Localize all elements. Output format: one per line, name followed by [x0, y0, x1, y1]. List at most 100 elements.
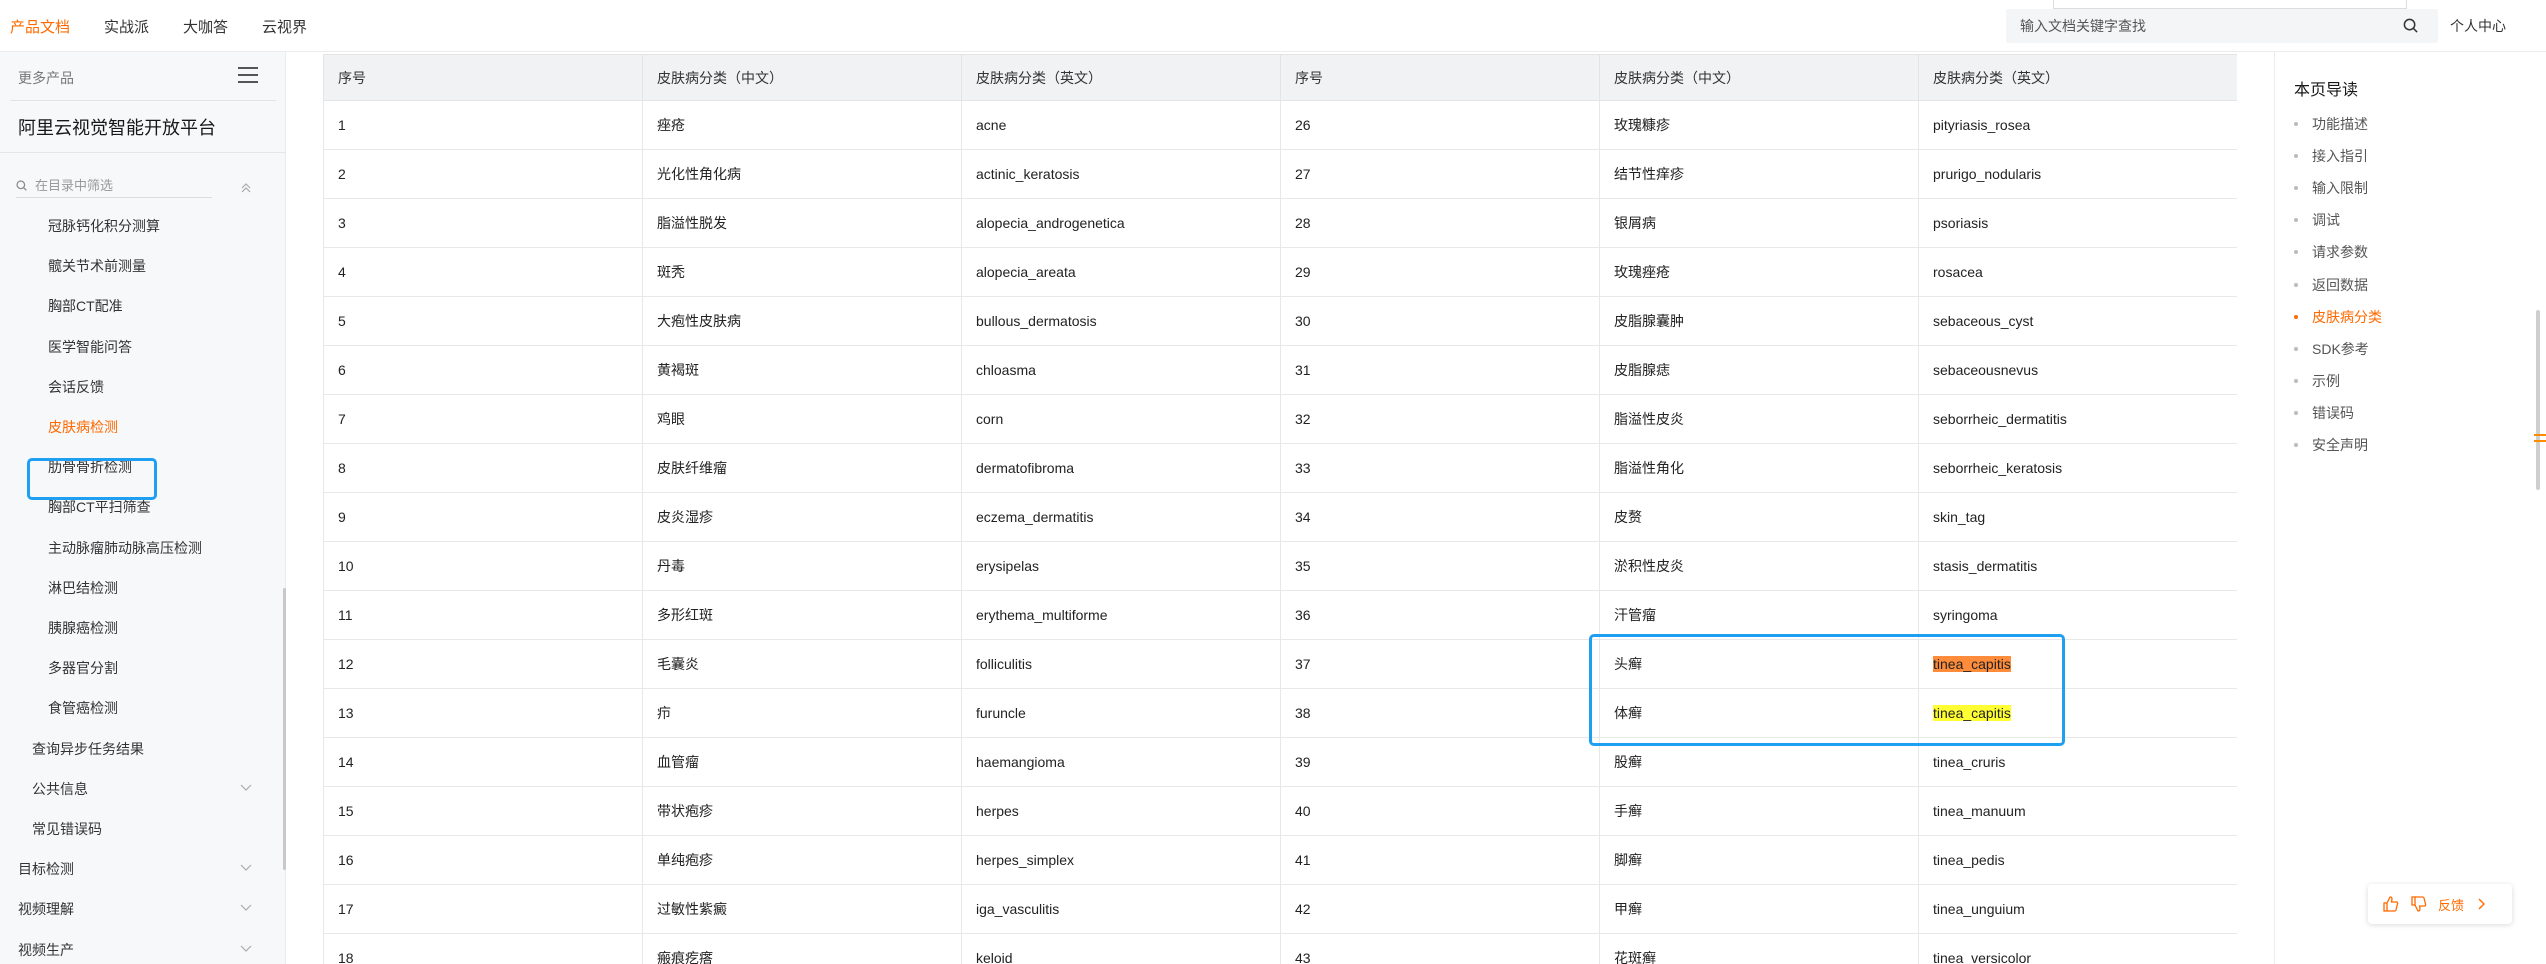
table-cell: 35 — [1280, 541, 1600, 591]
chevron-up-icon[interactable] — [240, 182, 252, 194]
toc-item[interactable]: 请求参数 — [2294, 242, 2368, 262]
table-cell: 12 — [323, 639, 643, 689]
top-nav-item-experts[interactable]: 大咖答 — [183, 16, 228, 37]
scroll-position-marker — [2534, 440, 2546, 442]
sidebar-item[interactable]: 常见错误码 — [32, 819, 102, 839]
sidebar-item[interactable]: 查询异步任务结果 — [32, 739, 144, 759]
table-cell: corn — [961, 394, 1281, 444]
table-cell: skin_tag — [1918, 492, 2237, 542]
table-cell: 32 — [1280, 394, 1600, 444]
toc-item-label: 返回数据 — [2312, 276, 2368, 293]
table-cell: 汗管瘤 — [1599, 590, 1919, 640]
toc-item[interactable]: 错误码 — [2294, 403, 2354, 423]
table-cell: 16 — [323, 835, 643, 885]
page-scrollbar[interactable] — [2536, 310, 2540, 490]
sidebar-item[interactable]: 主动脉瘤肺动脉高压检测 — [48, 538, 202, 558]
table-cell: 27 — [1280, 149, 1600, 199]
table-cell: 带状疱疹 — [642, 786, 962, 836]
toc-item-label: 功能描述 — [2312, 116, 2368, 132]
sidebar-item[interactable]: 会话反馈 — [48, 377, 104, 397]
toc-item-label: 皮肤病分类 — [2312, 308, 2382, 325]
chevron-down-icon[interactable] — [240, 864, 252, 872]
top-nav-item-docs[interactable]: 产品文档 — [10, 16, 70, 37]
table-cell: 42 — [1280, 884, 1600, 934]
sidebar-item[interactable]: 胸部CT配准 — [48, 296, 123, 316]
sidebar-item[interactable]: 食管癌检测 — [48, 698, 118, 718]
table-cell: tinea_capitis — [1918, 688, 2237, 738]
table-cell: chloasma — [961, 345, 1281, 395]
table-cell: rosacea — [1918, 247, 2237, 297]
table-cell: tinea_cruris — [1918, 737, 2237, 787]
sidebar-item[interactable]: 多器官分割 — [48, 658, 118, 678]
toc-bullet — [2294, 314, 2298, 319]
sidebar-item[interactable]: 目标检测 — [18, 859, 74, 879]
scroll-position-marker — [2534, 434, 2546, 436]
table-cell: 玫瑰痤疮 — [1599, 247, 1919, 297]
table-cell: 11 — [323, 590, 643, 640]
sidebar-filter-input[interactable] — [35, 178, 205, 193]
more-products-label[interactable]: 更多产品 — [18, 68, 74, 88]
table-row: 12 毛囊炎 folliculitis 37 头癣 tinea_capitis — [323, 639, 2237, 689]
profile-link[interactable]: 个人中心 — [2450, 0, 2506, 52]
table-cell: 疖 — [642, 688, 962, 738]
platform-title[interactable]: 阿里云视觉智能开放平台 — [18, 114, 216, 140]
toc-bullet — [2294, 218, 2298, 223]
thumbs-down-icon[interactable] — [2410, 895, 2428, 913]
toc-item[interactable]: 示例 — [2294, 371, 2340, 391]
table-row: 13 疖 furuncle 38 体癣 tinea_capitis — [323, 688, 2237, 738]
toc-item[interactable]: 接入指引 — [2294, 146, 2368, 166]
table-cell: 毛囊炎 — [642, 639, 962, 689]
chevron-down-icon[interactable] — [240, 784, 252, 792]
sidebar-item[interactable]: 医学智能问答 — [48, 337, 132, 357]
toc-title: 本页导读 — [2294, 82, 2359, 99]
toc-item[interactable]: 安全声明 — [2294, 435, 2368, 455]
sidebar-scrollbar[interactable] — [283, 588, 286, 870]
menu-icon[interactable] — [238, 67, 258, 83]
sidebar-item[interactable]: 皮肤病检测 — [48, 417, 118, 437]
table-header-cell: 皮肤病分类（英文） — [961, 54, 1281, 101]
table-header-cell: 序号 — [323, 54, 643, 101]
toc-item[interactable]: 调试 — [2294, 210, 2340, 230]
toc-item[interactable]: 皮肤病分类 — [2294, 307, 2382, 327]
toc-item[interactable]: SDK参考 — [2294, 339, 2369, 359]
table-cell: 38 — [1280, 688, 1600, 738]
table-cell: furuncle — [961, 688, 1281, 738]
sidebar-item[interactable]: 冠脉钙化积分测算 — [48, 216, 160, 236]
table-cell: tinea_versicolor — [1918, 933, 2237, 964]
top-nav-item-practice[interactable]: 实战派 — [104, 16, 149, 37]
table-cell: 脂溢性脱发 — [642, 198, 962, 248]
search-icon[interactable] — [2403, 18, 2418, 33]
sidebar-item[interactable]: 髋关节术前测量 — [48, 256, 146, 276]
table-header-cell: 皮肤病分类（中文） — [1599, 54, 1919, 101]
table-cell: 皮脂腺痣 — [1599, 345, 1919, 395]
table-row: 1 痤疮 acne 26 玫瑰糠疹 pityriasis_rosea — [323, 100, 2237, 150]
table-cell: 淤积性皮炎 — [1599, 541, 1919, 591]
table-cell: actinic_keratosis — [961, 149, 1281, 199]
thumbs-up-icon[interactable] — [2382, 895, 2400, 913]
toc-bullet — [2294, 186, 2298, 191]
table-cell: 皮脂腺囊肿 — [1599, 296, 1919, 346]
table-cell: 6 — [323, 345, 643, 395]
chevron-down-icon[interactable] — [240, 945, 252, 953]
toc-item[interactable]: 返回数据 — [2294, 275, 2368, 295]
chevron-down-icon[interactable] — [240, 904, 252, 912]
table-cell: 多形红斑 — [642, 590, 962, 640]
table-cell: 34 — [1280, 492, 1600, 542]
sidebar-item[interactable]: 公共信息 — [32, 779, 88, 799]
table-cell: 41 — [1280, 835, 1600, 885]
table-cell: psoriasis — [1918, 198, 2237, 248]
sidebar-item[interactable]: 淋巴结检测 — [48, 578, 118, 598]
sidebar-item[interactable]: 视频理解 — [18, 899, 74, 919]
sidebar-item[interactable]: 视频生产 — [18, 940, 74, 960]
table-row: 8 皮肤纤维瘤 dermatofibroma 33 脂溢性角化 seborrheic_ke… — [323, 443, 2237, 493]
toc-item[interactable]: 输入限制 — [2294, 178, 2368, 198]
sidebar-item[interactable]: 胸部CT平扫筛查 — [48, 497, 151, 517]
table-cell: dermatofibroma — [961, 443, 1281, 493]
top-nav-item-cloud-vision[interactable]: 云视界 — [262, 16, 307, 37]
sidebar-item[interactable]: 胰腺癌检测 — [48, 618, 118, 638]
feedback-label[interactable]: 反馈 — [2438, 895, 2464, 914]
toc-item[interactable]: 功能描述 — [2294, 114, 2368, 134]
chevron-right-icon[interactable] — [2474, 897, 2488, 911]
table-row: 4 斑秃 alopecia_areata 29 玫瑰痤疮 rosacea — [323, 247, 2237, 297]
doc-search-input[interactable] — [2020, 18, 2380, 34]
